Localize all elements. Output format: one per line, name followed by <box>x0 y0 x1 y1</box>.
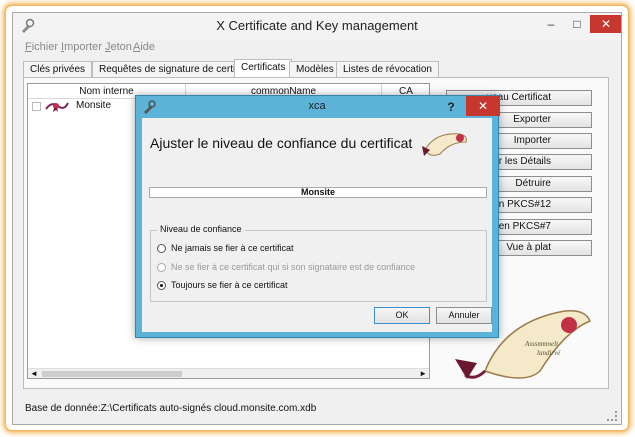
radio-button[interactable] <box>157 244 166 253</box>
trust-level-group: Niveau de confiance Ne jamais se fier à … <box>150 224 487 302</box>
menu-importer[interactable]: Importer <box>61 41 102 53</box>
option-label: Toujours se fier à ce certificat <box>171 280 288 290</box>
tab-cles-privees[interactable]: Clés privées <box>23 61 93 78</box>
certificate-name-field: Monsite <box>149 187 487 198</box>
option-label: Ne jamais se fier à ce certificat <box>171 243 294 253</box>
horizontal-scrollbar[interactable]: ◄ ► <box>28 368 429 378</box>
close-button[interactable]: ✕ <box>590 15 621 33</box>
cancel-button[interactable]: Annuler <box>436 307 492 324</box>
dialog-close-button[interactable]: ✕ <box>466 96 500 116</box>
window-title: X Certificate and Key management <box>216 18 418 33</box>
option-label: Ne se fier à ce certificat qui si son si… <box>171 262 416 272</box>
scrollbar-thumb[interactable] <box>42 371 182 377</box>
menu-jeton[interactable]: Jeton <box>105 41 132 53</box>
minimize-button[interactable]: – <box>538 15 564 33</box>
ok-button[interactable]: OK <box>374 307 430 324</box>
row-name: Monsite <box>76 100 112 111</box>
scroll-right-icon[interactable]: ► <box>419 369 427 378</box>
menu-fichier[interactable]: Fichier <box>25 41 58 53</box>
tab-modeles[interactable]: Modèles <box>289 61 341 78</box>
dialog-heading: Ajuster le niveau de confiance du certif… <box>150 135 413 151</box>
row-expander[interactable] <box>32 102 41 111</box>
menu-aide[interactable]: Aide <box>133 41 155 53</box>
radio-button <box>157 263 166 272</box>
status-bar: Base de donnée:Z:\Certificats auto-signé… <box>13 395 621 424</box>
title-bar[interactable]: X Certificate and Key management – □ ✕ <box>13 13 621 40</box>
certificate-icon <box>45 102 69 112</box>
tab-certificats[interactable]: Certificats <box>234 59 293 78</box>
certificate-scroll-logo <box>422 133 467 156</box>
tab-revocation[interactable]: Listes de révocation <box>336 61 439 78</box>
trust-dialog: xca ? ✕ Ajuster le niveau de confiance d… <box>135 95 500 338</box>
svg-text:lundirvé: lundirvé <box>537 349 561 357</box>
menu-bar: Fichier Importer Jeton Aide <box>13 40 621 56</box>
database-path: Base de donnée:Z:\Certificats auto-signé… <box>25 403 317 414</box>
dialog-title-bar[interactable]: xca ? ✕ <box>136 96 500 118</box>
dialog-body: Ajuster le niveau de confiance du certif… <box>142 118 492 332</box>
radio-button[interactable] <box>157 281 166 290</box>
scroll-left-icon[interactable]: ◄ <box>30 369 38 378</box>
resize-grip[interactable] <box>607 411 617 421</box>
svg-text:Asssmmnelt: Asssmmnelt <box>524 340 559 348</box>
group-title: Niveau de confiance <box>157 224 245 234</box>
maximize-button[interactable]: □ <box>564 15 590 33</box>
help-button[interactable]: ? <box>441 98 461 116</box>
